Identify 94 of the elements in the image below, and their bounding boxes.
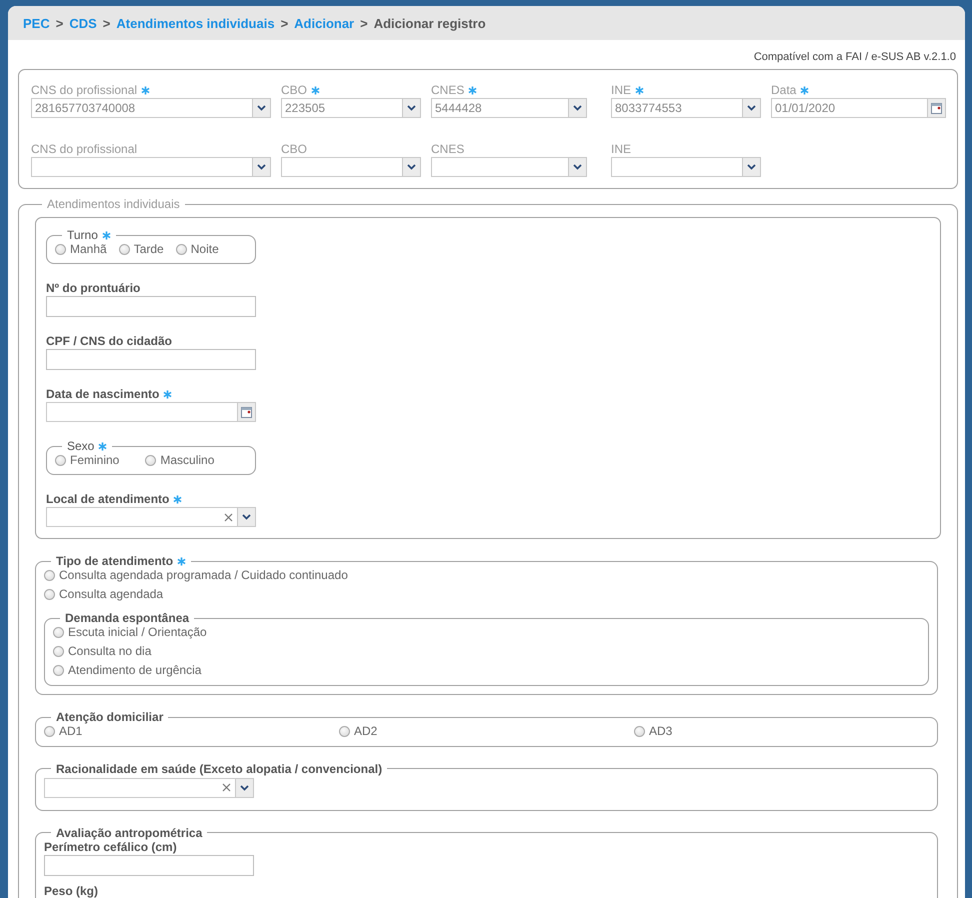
field-label: Peso (kg) (44, 884, 98, 898)
field-label: CNS do profissional (31, 142, 138, 156)
radio-option[interactable]: Consulta no dia (53, 644, 920, 658)
caret-icon (407, 105, 416, 111)
field-label: Turno (67, 228, 98, 242)
required-icon (311, 86, 320, 94)
radio-button[interactable] (53, 664, 64, 676)
radio-button[interactable] (634, 726, 645, 736)
select-field[interactable]: 281657703740008 (31, 98, 271, 118)
field-label: CBO (281, 83, 308, 97)
required-icon (635, 86, 644, 94)
radio-option[interactable]: AD1 (44, 724, 82, 738)
breadcrumb-separator: > (102, 16, 110, 30)
radio-option[interactable]: AD3 (634, 724, 672, 738)
text-input[interactable] (46, 349, 256, 370)
required-icon (163, 390, 172, 398)
calendar-icon (241, 406, 252, 418)
required-icon (98, 442, 108, 450)
caret-icon (407, 164, 416, 170)
radio-option[interactable]: AD2 (339, 724, 378, 738)
radio-button[interactable] (55, 244, 66, 254)
field-label: CPF / CNS do cidadão (46, 334, 172, 348)
field-label: Local de atendimento (46, 492, 170, 506)
field-label: Racionalidade em saúde (Exceto alopatia / convencional) (56, 762, 382, 776)
radio-option[interactable]: Escuta inicial / Orientação (53, 625, 920, 639)
field-label: CNS do profissional (31, 83, 138, 97)
required-icon (141, 86, 150, 94)
caret-icon (242, 514, 251, 520)
radio-button[interactable] (176, 244, 187, 254)
radio-button[interactable] (118, 244, 130, 254)
required-icon (102, 230, 111, 240)
required-icon (468, 86, 478, 94)
radio-option[interactable]: Atendimento de urgência (53, 663, 920, 677)
combo-field[interactable] (46, 507, 256, 527)
field-label: Sexo (67, 439, 94, 453)
caret-icon (257, 164, 266, 170)
radio-option[interactable]: Consulta agendada programada / Cuidado continuado (44, 568, 929, 582)
radio-option[interactable]: Masculino (145, 453, 214, 467)
caret-icon (573, 105, 582, 111)
required-icon (173, 494, 182, 504)
select-field[interactable] (281, 157, 421, 177)
radio-option[interactable]: Tarde (118, 242, 164, 256)
breadcrumb-separator: > (280, 16, 288, 30)
field-label: Nº do prontuário (46, 281, 140, 295)
field-label: CBO (281, 142, 308, 156)
field-label: CNES (431, 83, 464, 97)
section-title: Atendimentos individuais (47, 197, 180, 211)
caret-icon (747, 105, 756, 111)
select-field[interactable] (31, 157, 271, 177)
radio-button[interactable] (145, 454, 156, 466)
radio-button[interactable] (339, 726, 350, 736)
date-field[interactable] (46, 402, 256, 422)
field-label: Perímetro cefálico (cm) (44, 840, 177, 854)
select-field[interactable] (431, 157, 587, 177)
caret-icon (240, 784, 249, 790)
text-input[interactable] (46, 296, 256, 317)
radio-option[interactable]: Feminino (55, 453, 120, 467)
radio-button[interactable] (44, 726, 55, 736)
field-label: Data (771, 83, 796, 97)
caret-icon (257, 105, 266, 111)
select-field[interactable]: 5444428 (431, 98, 587, 118)
radio-button[interactable] (53, 626, 64, 638)
required-icon (177, 556, 186, 566)
combo-field[interactable] (44, 778, 254, 798)
required-icon (800, 86, 810, 94)
radio-button[interactable] (55, 454, 66, 466)
field-label: Demanda espontânea (65, 611, 190, 625)
breadcrumb-separator: > (360, 16, 368, 30)
radio-option[interactable]: Noite (176, 242, 219, 256)
radio-button[interactable] (44, 570, 55, 580)
compatibility-note: Compatível com a FAI / e-SUS AB v.2.1.0 (752, 50, 957, 65)
breadcrumb-current: Adicionar registro (374, 16, 486, 30)
field-label: Avaliação antropométrica (56, 826, 202, 840)
calendar-icon (931, 102, 942, 114)
select-field[interactable]: 8033774553 (611, 98, 761, 118)
field-label: CNES (431, 142, 464, 156)
radio-button[interactable] (53, 646, 64, 656)
field-label: Atenção domiciliar (56, 710, 164, 724)
clear-icon[interactable] (224, 512, 233, 522)
caret-icon (573, 164, 582, 170)
breadcrumb-separator: > (56, 16, 64, 30)
field-label: INE (611, 83, 632, 97)
clear-icon[interactable] (222, 783, 231, 792)
date-field[interactable]: 01/01/2020 (771, 98, 946, 118)
field-label: Data de nascimento (46, 387, 160, 401)
caret-icon (747, 164, 756, 170)
radio-option[interactable]: Manhã (55, 242, 107, 256)
text-input[interactable] (44, 854, 254, 876)
field-label: INE (611, 142, 632, 156)
radio-option[interactable]: Consulta agendada (44, 587, 929, 601)
select-field[interactable]: 223505 (281, 98, 421, 118)
select-field[interactable] (611, 157, 761, 177)
field-label: Tipo de atendimento (56, 554, 174, 568)
radio-button[interactable] (44, 588, 55, 600)
